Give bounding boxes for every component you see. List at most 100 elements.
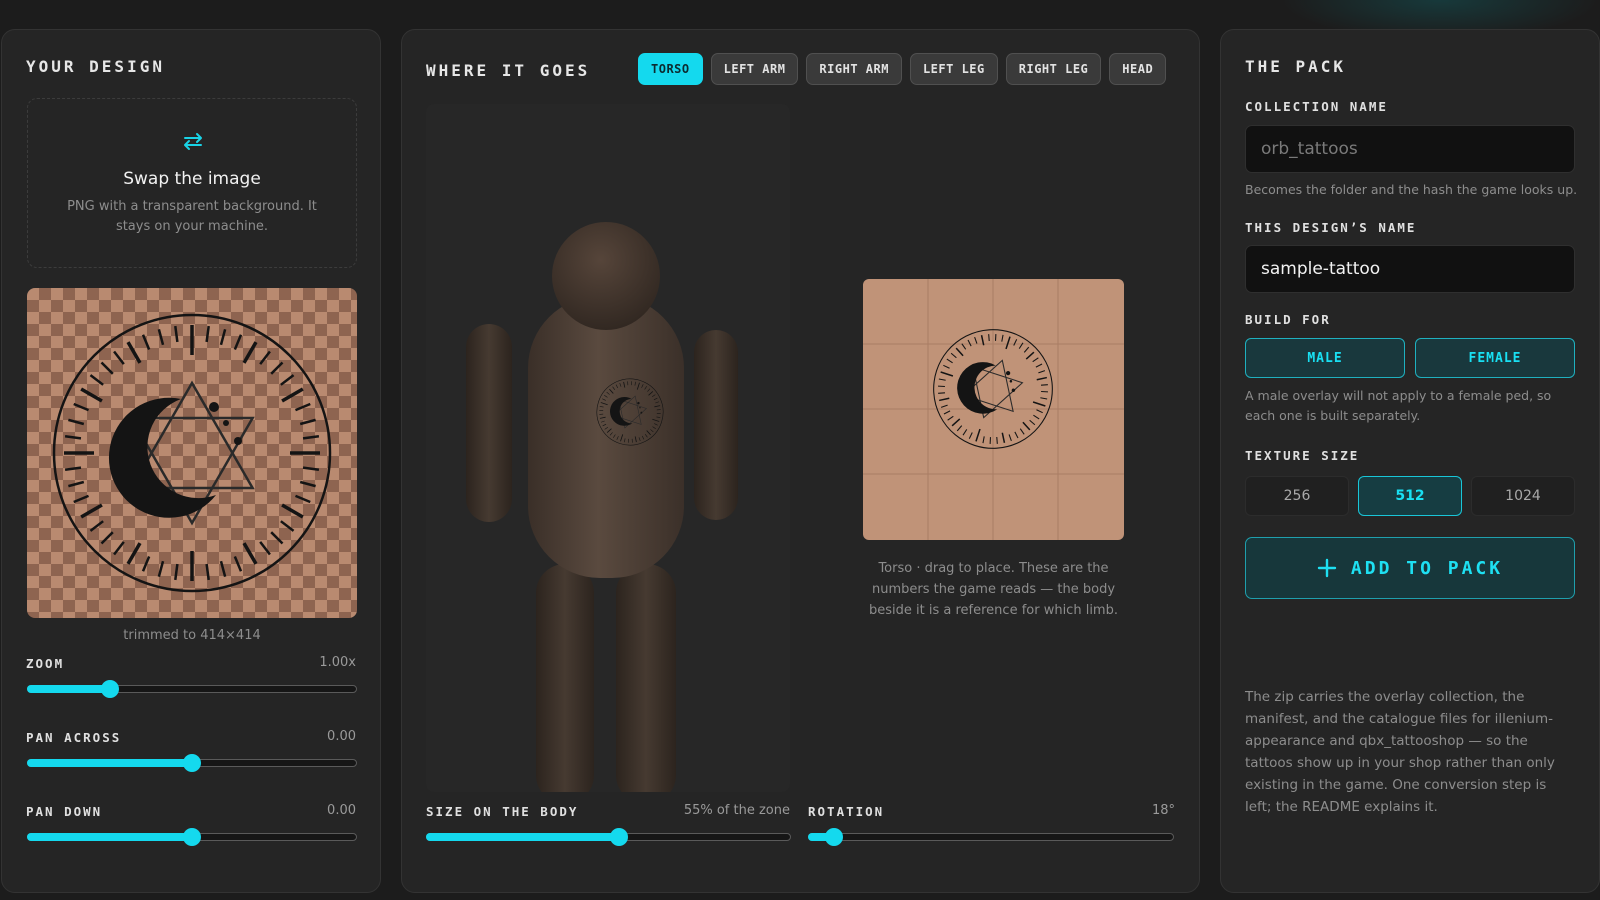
slider-fill [27, 759, 192, 767]
tab-left-leg[interactable]: LEFT LEG [909, 53, 998, 85]
tick-mark [80, 387, 103, 403]
tick-mark [294, 402, 311, 412]
tick-mark [1001, 334, 1004, 342]
tick-mark [219, 329, 227, 346]
slider-fill [426, 833, 620, 841]
slider-thumb[interactable] [824, 828, 843, 846]
placement-panel-title: WHERE IT GOES [426, 61, 591, 80]
tick-mark [205, 325, 210, 343]
tick-mark [950, 352, 957, 359]
tab-head[interactable]: HEAD [1109, 53, 1167, 85]
placement-panel: WHERE IT GOES TORSO LEFT ARM RIGHT ARM L… [401, 29, 1200, 893]
tick-mark [975, 428, 981, 442]
rotation-slider[interactable] [808, 825, 1174, 849]
tick-mark [73, 494, 90, 504]
tick-mark [100, 531, 114, 545]
texture-1024-button[interactable]: 1024 [1471, 476, 1575, 516]
tick-mark [1038, 370, 1046, 374]
size-slider[interactable] [426, 825, 791, 849]
pan-across-slider[interactable] [27, 751, 357, 775]
moon-dot [223, 420, 229, 426]
tick-mark [940, 371, 954, 377]
tab-right-leg[interactable]: RIGHT LEG [1005, 53, 1102, 85]
tick-mark [1023, 346, 1030, 353]
size-value: 55% of the zone [683, 803, 790, 818]
pack-panel: THE PACK COLLECTION NAME orb_tattoos Bec… [1220, 29, 1600, 893]
tab-torso[interactable]: TORSO [638, 53, 703, 85]
tick-mark [955, 347, 964, 357]
tick-mark [947, 415, 954, 421]
design-name-input[interactable]: sample-tattoo [1245, 245, 1575, 293]
tick-mark [302, 466, 320, 471]
tick-mark [89, 374, 104, 386]
tick-mark [956, 425, 963, 432]
tick-mark [270, 531, 284, 545]
female-button[interactable]: FEMALE [1415, 338, 1575, 378]
tick-mark [259, 350, 271, 365]
texture-512-button[interactable]: 512 [1358, 476, 1462, 516]
tick-mark [938, 392, 946, 394]
zoom-slider[interactable] [27, 677, 357, 701]
texture-256-button[interactable]: 256 [1245, 476, 1349, 516]
tick-mark [1040, 397, 1048, 400]
uv-placement-canvas[interactable] [863, 279, 1124, 540]
tick-mark [281, 387, 304, 403]
tick-mark [302, 435, 320, 440]
slider-fill [27, 833, 192, 841]
tick-mark [89, 520, 104, 532]
tick-mark [982, 436, 985, 444]
placement-caption: Torso · drag to place. These are the num… [869, 561, 1118, 618]
tick-mark [1013, 339, 1018, 346]
slider-thumb[interactable] [100, 680, 119, 698]
design-panel: YOUR DESIGN Swap the image PNG with a tr… [1, 29, 381, 893]
tick-mark [219, 560, 227, 577]
tick-mark [242, 542, 258, 565]
add-to-pack-button[interactable]: ADD TO PACK [1245, 537, 1575, 599]
crescent-moon [108, 397, 216, 518]
add-to-pack-label: ADD TO PACK [1350, 557, 1504, 579]
tick-mark [157, 329, 165, 346]
moon-dot [1009, 379, 1013, 383]
tick-mark [946, 358, 953, 364]
tick-mark [1014, 431, 1019, 439]
slider-thumb[interactable] [183, 828, 201, 846]
pan-down-value: 0.00 [327, 803, 356, 818]
collection-name-input[interactable]: orb_tattoos [1245, 125, 1575, 173]
pan-down-label: PAN DOWN [26, 804, 103, 819]
tick-mark [996, 436, 998, 444]
tick-mark [943, 410, 951, 415]
tick-mark [1029, 419, 1036, 426]
texture-size-label: TEXTURE SIZE [1245, 448, 1360, 463]
tick-mark [938, 378, 946, 381]
swap-image-description: PNG with a transparent background. It st… [67, 199, 317, 234]
tick-mark [113, 541, 125, 556]
tick-mark [1041, 390, 1048, 393]
trim-info: trimmed to 414×414 [123, 628, 261, 643]
uv-grid [863, 279, 1124, 540]
tick-mark [100, 361, 114, 375]
slider-thumb[interactable] [183, 754, 201, 772]
tick-mark [1036, 376, 1047, 381]
tick-mark [1032, 357, 1039, 363]
swap-image-title: Swap the image [123, 169, 261, 189]
tick-mark [967, 339, 972, 347]
tick-mark [974, 336, 978, 344]
moon-dot [1005, 370, 1011, 376]
tick-mark [281, 503, 304, 519]
body-mannequin [426, 104, 790, 792]
body-preview-viewport[interactable] [426, 104, 790, 792]
slider-fill [27, 685, 110, 693]
moon-dot [234, 437, 242, 445]
tick-mark [939, 397, 950, 402]
tick-mark [1001, 432, 1006, 443]
tab-right-arm[interactable]: RIGHT ARM [806, 53, 902, 85]
image-dropzone[interactable]: Swap the image PNG with a transparent ba… [27, 98, 357, 268]
tick-mark [174, 325, 179, 343]
design-panel-title: YOUR DESIGN [26, 57, 165, 76]
tab-left-arm[interactable]: LEFT ARM [710, 53, 799, 85]
tick-mark [940, 404, 948, 408]
male-button[interactable]: MALE [1245, 338, 1405, 378]
pan-down-slider[interactable] [27, 825, 357, 849]
slider-thumb[interactable] [610, 828, 629, 846]
tick-mark [126, 341, 142, 364]
